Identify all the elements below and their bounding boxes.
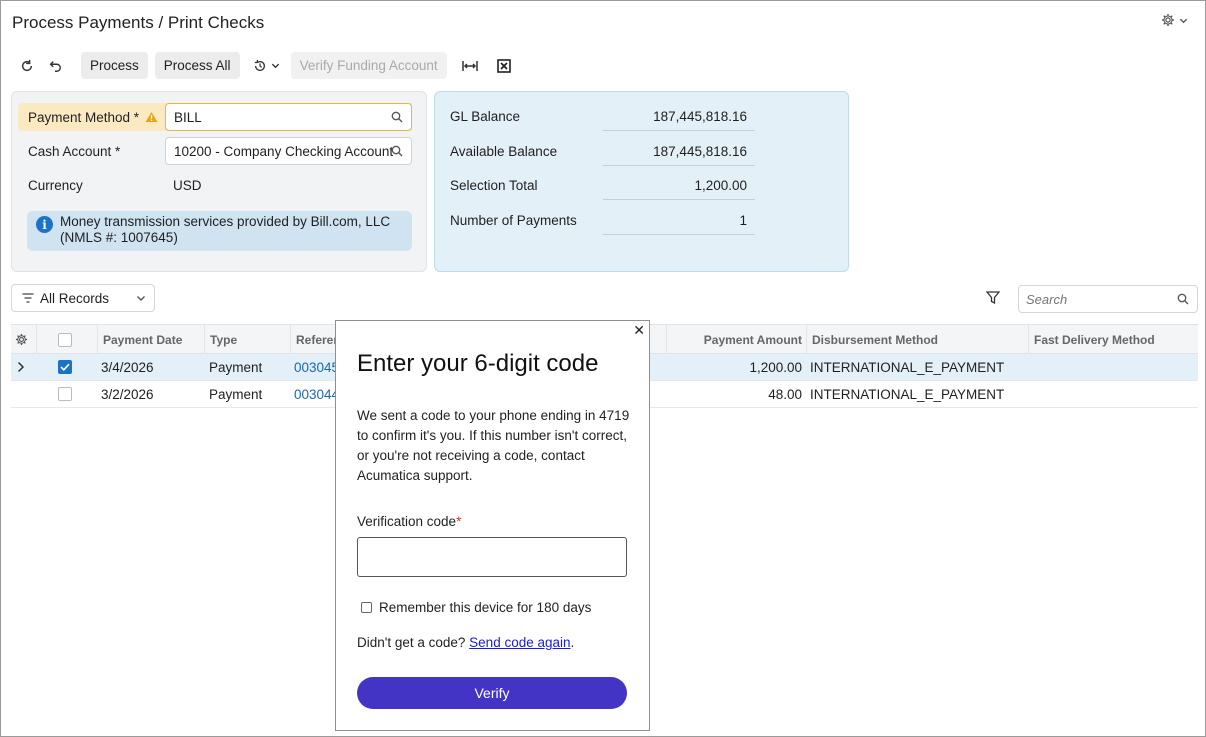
row-type: Payment [209,386,263,402]
required-marker: * [456,514,462,529]
close-icon: ✕ [633,322,645,338]
verify-button[interactable]: Verify [357,677,627,709]
payment-method-row: Payment Method * BILL [18,103,412,131]
records-filter-label: All Records [40,290,110,306]
page-title: Process Payments / Print Checks [12,13,265,32]
fit-width-icon [461,60,478,71]
check-icon [60,363,70,371]
currency-row: Currency USD [18,171,412,199]
row-payment-amount: 1,200.00 [749,359,802,375]
row-checkbox[interactable] [58,387,72,401]
undo-icon [49,60,61,72]
column-settings-cell[interactable] [11,325,37,354]
gl-balance-row: GL Balance 187,445,818.16 [450,101,755,131]
row-select-cell [58,381,78,407]
filter-lines-icon [22,293,34,303]
schedule-icon [254,59,266,71]
currency-label: Currency [28,177,83,193]
grid-search-placeholder: Search [1026,291,1068,307]
gear-icon [1162,14,1174,26]
selection-total-value: 1,200.00 [694,178,747,193]
available-balance-label: Available Balance [450,144,558,159]
refresh-icon [21,59,33,71]
verification-code-label: Verification code* [357,514,462,529]
process-button[interactable]: Process [81,52,148,79]
column-disbursement-method[interactable]: Disbursement Method [807,325,1029,354]
send-code-again-link[interactable]: Send code again [469,635,570,650]
column-type[interactable]: Type [205,325,291,354]
payment-method-label: Payment Method * [28,109,140,125]
schedule-menu-button[interactable] [247,52,287,79]
column-fast-delivery-method[interactable]: Fast Delivery Method [1029,325,1198,354]
row-payment-date: 3/2/2026 [101,386,154,402]
fit-columns-button[interactable] [456,52,484,79]
row-payment-amount: 48.00 [768,386,802,402]
selection-total-label: Selection Total [450,178,538,193]
app-window: Process Payments / Print Checks Process … [0,0,1206,737]
export-excel-button[interactable] [490,52,518,79]
remember-device-checkbox[interactable] [361,602,372,613]
row-select-cell [58,354,78,380]
number-of-payments-value: 1 [739,213,747,228]
settings-menu[interactable] [1161,13,1188,27]
row-type: Payment [209,359,263,375]
chevron-down-icon [137,296,145,301]
select-all-cell [37,325,98,354]
cash-account-value: 10200 - Company Checking Account [174,143,394,159]
refresh-button[interactable] [13,52,41,79]
number-of-payments-row: Number of Payments 1 [450,205,755,235]
remember-device-label: Remember this device for 180 days [379,600,592,615]
payment-settings-panel: Payment Method * BILL Cash Account * 102… [11,91,427,272]
chevron-down-icon [271,63,280,69]
info-icon: i [36,216,53,233]
verify-funding-account-button[interactable]: Verify Funding Account [290,52,447,79]
balance-summary-panel: GL Balance 187,445,818.16 Available Bala… [434,91,849,272]
row-checkbox[interactable] [58,360,72,374]
remember-device-option[interactable]: Remember this device for 180 days [361,600,591,615]
bill-info-text: Money transmission services provided by … [60,214,391,245]
cash-account-input[interactable]: 10200 - Company Checking Account [165,137,412,165]
payment-method-value: BILL [174,109,202,125]
gl-balance-value: 187,445,818.16 [653,109,747,124]
payment-method-input[interactable]: BILL [165,103,412,131]
available-balance-row: Available Balance 187,445,818.16 [450,136,755,166]
row-expand-cell[interactable] [17,354,37,380]
row-disbursement-method: INTERNATIONAL_E_PAYMENT [810,386,1005,402]
bill-info-banner: i Money transmission services provided b… [27,211,412,251]
row-fast-delivery-method [1034,381,1194,407]
row-fast-delivery-method [1034,354,1194,380]
dialog-description: We sent a code to your phone ending in 4… [357,408,630,483]
column-payment-amount[interactable]: Payment Amount [667,325,807,354]
cash-account-row: Cash Account * 10200 - Company Checking … [18,137,412,165]
undo-button[interactable] [41,52,69,79]
gl-balance-label: GL Balance [450,109,521,124]
column-payment-date[interactable]: Payment Date [98,325,205,354]
verification-code-dialog: ✕ Enter your 6-digit code We sent a code… [335,320,650,731]
chevron-right-icon [17,361,25,373]
excel-icon [496,58,511,73]
search-icon [1177,293,1189,305]
chevron-down-icon [1179,18,1188,23]
grid-search-input[interactable]: Search [1018,285,1198,313]
search-icon[interactable] [391,145,403,157]
row-payment-date: 3/4/2026 [101,359,154,375]
currency-value: USD [173,177,202,193]
select-all-checkbox[interactable] [58,332,72,347]
process-all-button[interactable]: Process All [154,52,240,79]
verification-code-input[interactable] [357,537,627,577]
resend-code-line: Didn't get a code? Send code again. [357,635,575,650]
records-filter-dropdown[interactable]: All Records [11,284,155,312]
dialog-title: Enter your 6-digit code [357,350,599,377]
search-icon[interactable] [391,111,403,123]
close-button[interactable]: ✕ [633,323,645,337]
gear-icon [15,333,28,346]
number-of-payments-label: Number of Payments [450,213,577,228]
filter-icon[interactable] [986,291,1000,304]
warning-icon [145,111,158,123]
available-balance-value: 187,445,818.16 [653,144,747,159]
selection-total-row: Selection Total 1,200.00 [450,170,755,200]
toolbar: Process Process All Verify Funding Accou… [13,52,518,79]
cash-account-label: Cash Account * [28,143,121,159]
row-disbursement-method: INTERNATIONAL_E_PAYMENT [810,359,1005,375]
